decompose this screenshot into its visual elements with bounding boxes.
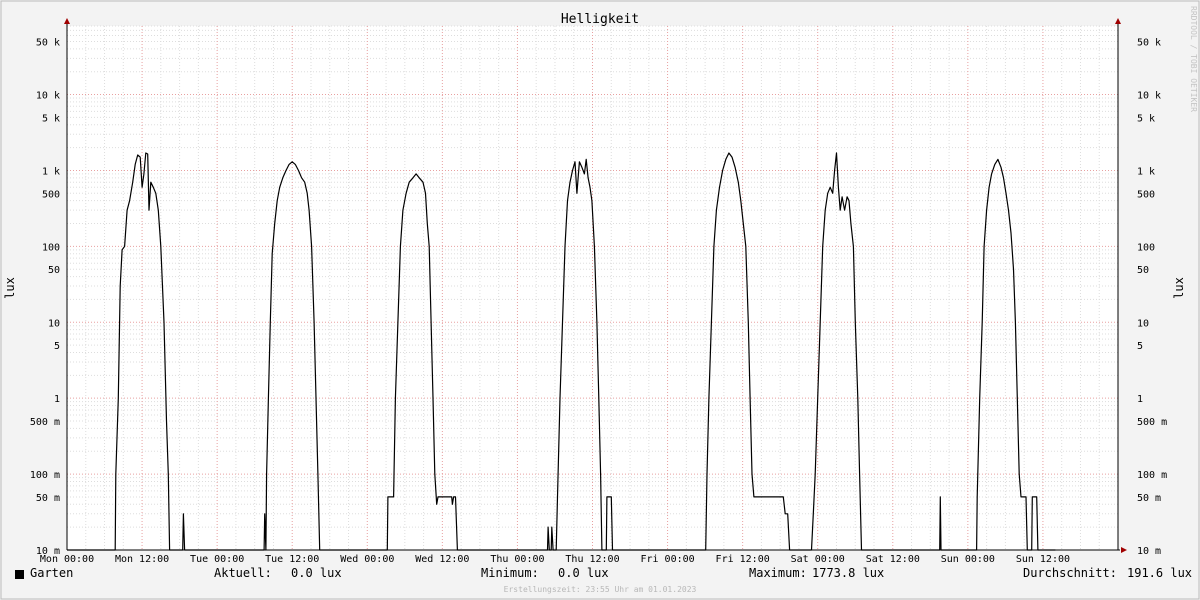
y-tick-label-left: 5 k [42,113,60,124]
y-tick-label-right: 50 k [1137,37,1161,48]
y-axis-label-right: lux [1172,277,1186,299]
x-tick-label: Fri 12:00 [716,554,770,565]
y-tick-label-left: 500 m [30,417,60,428]
legend-min-value: 0.0 lux [558,566,609,580]
y-tick-label-right: 100 [1137,242,1155,253]
x-tick-label: Sat 12:00 [866,554,920,565]
y-tick-label-left: 10 [48,318,60,329]
y-tick-label-left: 100 [42,242,60,253]
footer-timestamp: Erstellungszeit: 23:55 Uhr am 01.01.2023 [503,585,697,594]
legend-min-label: Minimum: [481,566,539,580]
y-tick-label-left: 1 [54,394,60,405]
x-tick-label: Wed 12:00 [415,554,469,565]
x-tick-label: Thu 12:00 [565,554,619,565]
x-tick-label: Mon 12:00 [115,554,169,565]
chart-svg: 50 k 50 k10 k 10 k5 k5 k1 k1 k500 500100 100… [0,0,1200,600]
y-tick-label-left: 50 k [36,37,60,48]
y-tick-label-right: 500 m [1137,417,1167,428]
y-tick-label-right: 500 [1137,189,1155,200]
legend-current-label: Aktuell: [214,566,272,580]
y-tick-label-right: 5 k [1137,113,1155,124]
y-tick-label-right: 10 k [1137,91,1161,102]
x-tick-label: Tue 12:00 [265,554,319,565]
legend-max-value: 1773.8 lux [812,566,885,580]
y-tick-label-left: 50 [48,265,60,276]
x-tick-label: Fri 00:00 [640,554,694,565]
y-tick-label-right: 1 k [1137,166,1155,177]
legend-avg-label: Durchschnitt: [1023,566,1117,580]
legend-current-value: 0.0 lux [291,566,342,580]
legend-avg-value: 191.6 lux [1127,566,1193,580]
y-tick-label-left: 100 m [30,470,60,481]
y-tick-label-left: 10 k [36,91,60,102]
legend-max-label: Maximum: [749,566,807,580]
x-tick-label: Wed 00:00 [340,554,394,565]
x-tick-label: Thu 00:00 [490,554,544,565]
y-tick-label-right: 10 m [1137,546,1161,557]
y-tick-label-left: 500 [42,189,60,200]
x-tick-label: Mon 00:00 [40,554,94,565]
x-tick-label: Sun 12:00 [1016,554,1070,565]
y-tick-label-right: 50 [1137,265,1149,276]
y-tick-label-left: 5 [54,341,60,352]
y-tick-label-left: 1 k [42,166,60,177]
y-tick-label-right: 100 m [1137,470,1167,481]
x-tick-label: Sun 00:00 [941,554,995,565]
y-axis-label-left: lux [3,277,17,299]
legend-series-name: Garten [30,566,74,580]
y-tick-label-right: 10 [1137,318,1149,329]
y-tick-label-right: 1 [1137,394,1143,405]
chart-title: Helligkeit [561,12,639,27]
x-tick-label: Sat 00:00 [791,554,845,565]
y-tick-label-right: 50 m [1137,493,1161,504]
watermark: RRDTOOL / TOBI OETIKER [1189,6,1198,112]
y-tick-label-left: 50 m [36,493,60,504]
legend: Garten Aktuell: 0.0 lux Minimum: 0.0 lux… [0,566,1200,584]
x-tick-label: Tue 00:00 [190,554,244,565]
y-tick-label-right: 5 [1137,341,1143,352]
